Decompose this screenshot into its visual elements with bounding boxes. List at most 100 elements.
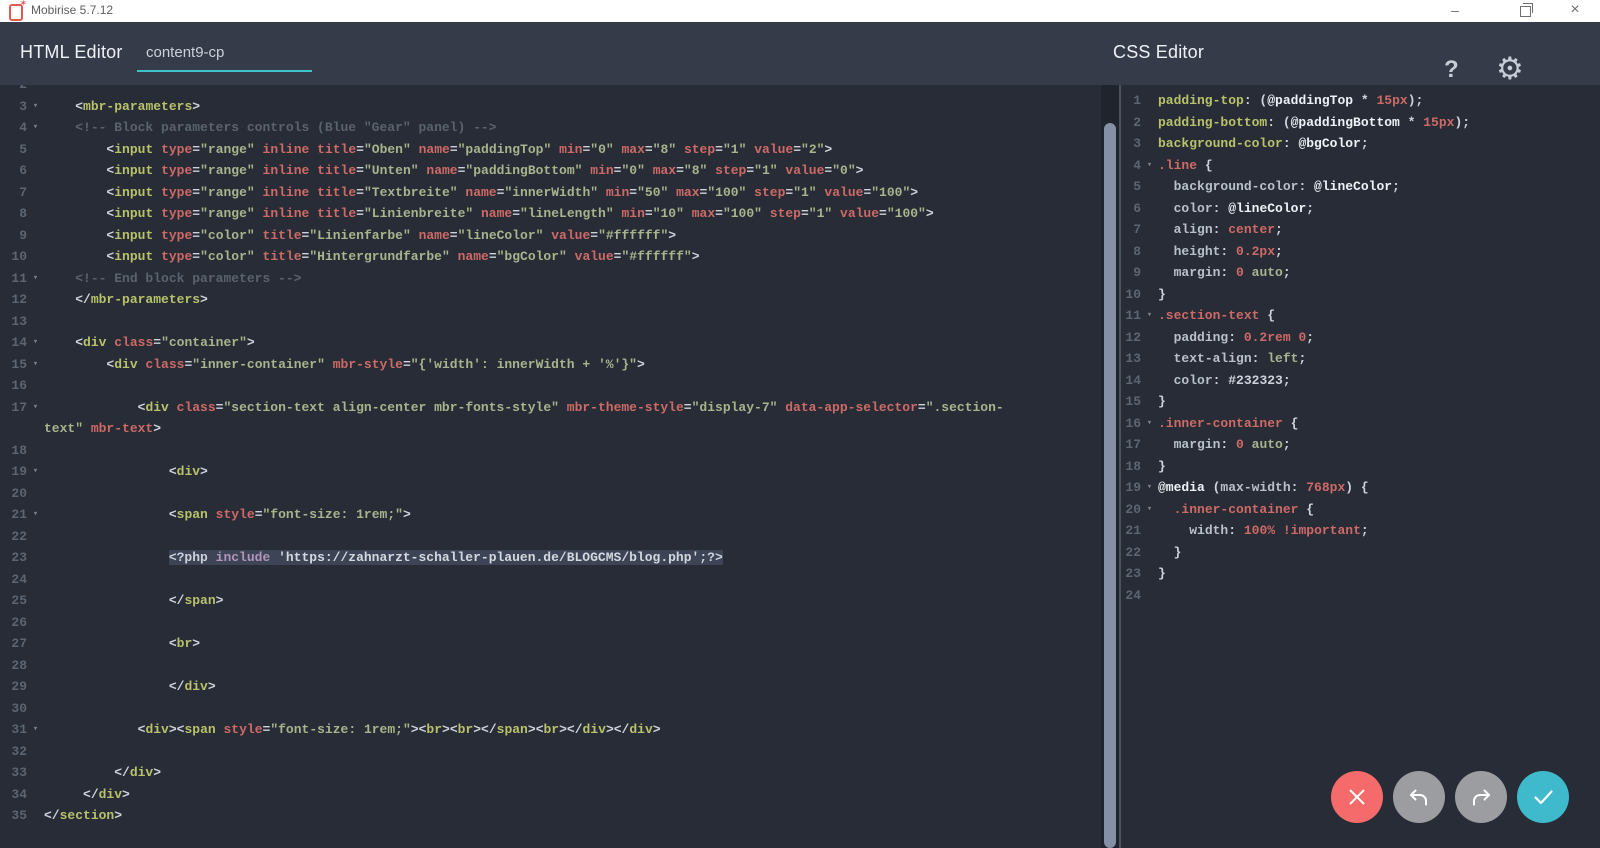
line-number: 3: [1121, 133, 1141, 155]
code-line[interactable]: 22: [0, 526, 1101, 548]
code-line[interactable]: 2: [0, 85, 1101, 96]
code-line[interactable]: 30: [0, 698, 1101, 720]
code-line[interactable]: 17 margin: 0 auto;: [1121, 434, 1600, 456]
code-line[interactable]: 9 margin: 0 auto;: [1121, 262, 1600, 284]
tab-content9-cp[interactable]: content9-cp: [137, 22, 312, 72]
code-line[interactable]: 10 <input type="color" title="Hintergrun…: [0, 246, 1101, 268]
line-number: 8: [0, 203, 27, 225]
code-line[interactable]: 21▾ <span style="font-size: 1rem;">: [0, 504, 1101, 526]
code-line[interactable]: 31▾ <div><span style="font-size: 1rem;">…: [0, 719, 1101, 741]
fold-arrow-icon[interactable]: ▾: [1141, 305, 1158, 327]
code-text: </div>: [44, 676, 216, 698]
code-line[interactable]: 12 </mbr-parameters>: [0, 289, 1101, 311]
code-line[interactable]: 15▾ <div class="inner-container" mbr-sty…: [0, 354, 1101, 376]
code-line[interactable]: 2padding-bottom: (@paddingBottom * 15px)…: [1121, 112, 1600, 134]
code-line[interactable]: 29 </div>: [0, 676, 1101, 698]
code-line[interactable]: 13: [0, 311, 1101, 333]
line-number: 12: [1121, 327, 1141, 349]
css-editor-pane[interactable]: 1padding-top: (@paddingTop * 15px);2padd…: [1121, 85, 1600, 848]
code-line[interactable]: 12 padding: 0.2rem 0;: [1121, 327, 1600, 349]
code-line[interactable]: 21 width: 100% !important;: [1121, 520, 1600, 542]
code-line[interactable]: 35</section>: [0, 805, 1101, 827]
fold-arrow-icon[interactable]: ▾: [27, 504, 44, 526]
code-line[interactable]: 28: [0, 655, 1101, 677]
code-line[interactable]: 17▾ <div class="section-text align-cente…: [0, 397, 1101, 419]
code-line[interactable]: 20▾ .inner-container {: [1121, 499, 1600, 521]
html-editor-pane[interactable]: 23▾ <mbr-parameters>4▾ <!-- Block parame…: [0, 85, 1101, 848]
code-line[interactable]: 24: [1121, 585, 1600, 607]
code-line[interactable]: 11▾.section-text {: [1121, 305, 1600, 327]
help-icon[interactable]: ?: [1444, 56, 1459, 84]
code-line[interactable]: 5 background-color: @lineColor;: [1121, 176, 1600, 198]
close-button[interactable]: ×: [1558, 0, 1592, 22]
code-text: background-color: @bgColor;: [1158, 133, 1369, 155]
fold-arrow-icon[interactable]: ▾: [27, 268, 44, 290]
code-line[interactable]: 14 color: #232323;: [1121, 370, 1600, 392]
code-text: <!-- Block parameters controls (Blue "Ge…: [44, 117, 497, 139]
code-line[interactable]: 5 <input type="range" inline title="Oben…: [0, 139, 1101, 161]
code-line[interactable]: 14▾ <div class="container">: [0, 332, 1101, 354]
undo-button[interactable]: [1393, 771, 1445, 823]
code-line[interactable]: 4▾.line {: [1121, 155, 1600, 177]
code-line[interactable]: 24: [0, 569, 1101, 591]
scrollbar-track[interactable]: [1101, 85, 1119, 848]
fold-arrow-icon[interactable]: ▾: [1141, 155, 1158, 177]
restore-button[interactable]: [1508, 0, 1542, 22]
fold-arrow-icon[interactable]: ▾: [27, 397, 44, 419]
minimize-button[interactable]: –: [1438, 0, 1472, 22]
code-line[interactable]: 1padding-top: (@paddingTop * 15px);: [1121, 90, 1600, 112]
code-line[interactable]: 13 text-align: left;: [1121, 348, 1600, 370]
fold-arrow-icon[interactable]: ▾: [1141, 499, 1158, 521]
code-line[interactable]: 18}: [1121, 456, 1600, 478]
code-line[interactable]: 26: [0, 612, 1101, 634]
code-line[interactable]: 9 <input type="color" title="Linienfarbe…: [0, 225, 1101, 247]
code-line[interactable]: 25 </span>: [0, 590, 1101, 612]
code-line[interactable]: 7 <input type="range" inline title="Text…: [0, 182, 1101, 204]
fold-arrow-icon[interactable]: ▾: [27, 354, 44, 376]
code-line[interactable]: 33 </div>: [0, 762, 1101, 784]
fold-arrow-icon[interactable]: ▾: [27, 461, 44, 483]
scrollbar-thumb[interactable]: [1104, 123, 1116, 848]
code-line[interactable]: 16: [0, 375, 1101, 397]
code-line[interactable]: 7 align: center;: [1121, 219, 1600, 241]
fold-arrow-icon[interactable]: ▾: [1141, 477, 1158, 499]
redo-button[interactable]: [1455, 771, 1507, 823]
code-line[interactable]: 22 }: [1121, 542, 1600, 564]
fold-arrow-icon[interactable]: ▾: [27, 719, 44, 741]
line-number: 13: [1121, 348, 1141, 370]
code-line[interactable]: 3▾ <mbr-parameters>: [0, 96, 1101, 118]
line-number: 11: [1121, 305, 1141, 327]
code-line[interactable]: 34 </div>: [0, 784, 1101, 806]
line-number: 5: [0, 139, 27, 161]
code-line[interactable]: 8 height: 0.2px;: [1121, 241, 1600, 263]
fold-arrow-icon[interactable]: ▾: [27, 96, 44, 118]
line-number: 35: [0, 805, 27, 827]
code-line[interactable]: 18: [0, 440, 1101, 462]
code-line[interactable]: 20: [0, 483, 1101, 505]
code-line[interactable]: 6 color: @lineColor;: [1121, 198, 1600, 220]
code-line[interactable]: 15}: [1121, 391, 1600, 413]
apply-button[interactable]: [1517, 771, 1569, 823]
code-line[interactable]: 4▾ <!-- Block parameters controls (Blue …: [0, 117, 1101, 139]
fold-arrow-icon[interactable]: ▾: [27, 332, 44, 354]
code-line[interactable]: text" mbr-text>: [0, 418, 1101, 440]
code-line[interactable]: 19▾@media (max-width: 768px) {: [1121, 477, 1600, 499]
code-line[interactable]: 8 <input type="range" inline title="Lini…: [0, 203, 1101, 225]
code-line[interactable]: 19▾ <div>: [0, 461, 1101, 483]
code-line[interactable]: 3 background-color: @bgColor;: [1121, 133, 1600, 155]
fold-arrow-icon[interactable]: ▾: [1141, 413, 1158, 435]
gear-icon[interactable]: ⚙: [1496, 51, 1524, 87]
code-line[interactable]: 23 <?php include 'https://zahnarzt-schal…: [0, 547, 1101, 569]
code-text: padding: 0.2rem 0;: [1158, 327, 1314, 349]
code-line[interactable]: 23}: [1121, 563, 1600, 585]
code-line[interactable]: 6 <input type="range" inline title="Unte…: [0, 160, 1101, 182]
code-line[interactable]: 32: [0, 741, 1101, 763]
cancel-button[interactable]: [1331, 771, 1383, 823]
line-number: [0, 418, 27, 440]
fold-arrow-icon[interactable]: ▾: [27, 117, 44, 139]
fold-gutter: [27, 569, 44, 591]
code-line[interactable]: 27 <br>: [0, 633, 1101, 655]
code-line[interactable]: 11▾ <!-- End block parameters -->: [0, 268, 1101, 290]
code-line[interactable]: 16▾.inner-container {: [1121, 413, 1600, 435]
code-line[interactable]: 10}: [1121, 284, 1600, 306]
